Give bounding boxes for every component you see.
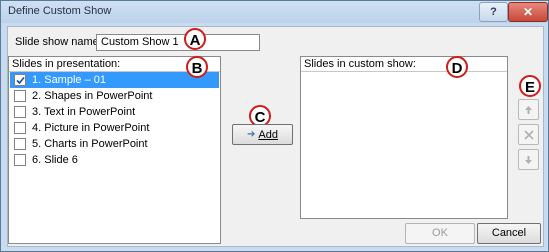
checkbox[interactable] [14, 138, 26, 150]
define-custom-show-dialog: Define Custom Show ? ✕ Slide show name: … [0, 0, 549, 252]
add-button[interactable]: ➔ Add [232, 124, 293, 145]
slides-in-custom-show-header: Slides in custom show: [301, 57, 507, 72]
slide-list-item[interactable]: 1. Sample – 01 [10, 72, 219, 88]
ok-button[interactable]: OK [405, 223, 475, 244]
dialog-body: Slide show name: Custom Show 1 A Slides … [7, 26, 544, 247]
dialog-title: Define Custom Show [8, 5, 112, 17]
checkbox[interactable] [14, 106, 26, 118]
slide-list-item[interactable]: 2. Shapes in PowerPoint [10, 88, 219, 104]
move-down-button[interactable] [518, 149, 539, 170]
slide-list-item[interactable]: 4. Picture in PowerPoint [10, 120, 219, 136]
move-up-button[interactable] [518, 99, 539, 120]
add-button-label: Add [258, 128, 278, 141]
remove-x-icon [523, 129, 534, 140]
checkbox-checked[interactable] [14, 74, 26, 86]
slide-list-item-label: 6. Slide 6 [32, 154, 78, 166]
slide-list-item[interactable]: 6. Slide 6 [10, 152, 219, 168]
arrow-down-icon [525, 155, 532, 164]
slide-list-item-label: 1. Sample – 01 [32, 74, 106, 86]
show-name-input[interactable]: Custom Show 1 [96, 34, 260, 51]
add-arrow-icon: ➔ [247, 129, 256, 140]
callout-marker-e: E [519, 75, 541, 97]
help-button[interactable]: ? [479, 2, 508, 22]
slides-in-presentation-list[interactable]: Slides in presentation: 1. Sample – 01 2.… [8, 56, 221, 244]
arrow-up-icon [525, 105, 532, 114]
checkmark-icon [15, 76, 25, 84]
slide-list-item-label: 3. Text in PowerPoint [32, 106, 136, 118]
checkbox[interactable] [14, 122, 26, 134]
close-button[interactable]: ✕ [508, 2, 548, 22]
callout-marker-d: D [446, 56, 468, 78]
slide-list-item[interactable]: 3. Text in PowerPoint [10, 104, 219, 120]
slide-list-item[interactable]: 5. Charts in PowerPoint [10, 136, 219, 152]
callout-marker-a: A [184, 28, 206, 50]
show-name-label: Slide show name: [15, 36, 102, 48]
slides-in-custom-show-list[interactable]: Slides in custom show: [300, 56, 508, 219]
slide-list-item-label: 4. Picture in PowerPoint [32, 122, 150, 134]
cancel-button[interactable]: Cancel [477, 223, 541, 244]
slide-list-item-label: 2. Shapes in PowerPoint [32, 90, 153, 102]
title-bar: Define Custom Show ? ✕ [1, 1, 548, 23]
checkbox[interactable] [14, 90, 26, 102]
remove-button[interactable] [518, 124, 539, 145]
checkbox[interactable] [14, 154, 26, 166]
slide-list-item-label: 5. Charts in PowerPoint [32, 138, 148, 150]
callout-marker-b: B [186, 56, 208, 78]
